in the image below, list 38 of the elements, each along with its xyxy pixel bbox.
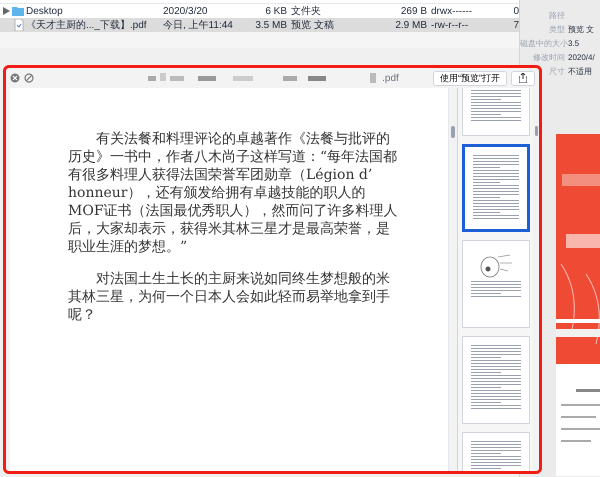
file-permissions: drwx------ [430,4,474,18]
info-label: 修改时间 [532,52,566,64]
disk-size: 269 B [400,4,427,18]
disk-size: 2.9 MB [394,18,427,32]
scrollbar-thumb[interactable] [451,126,455,138]
thumbnail-scrollbar-thumb[interactable] [534,126,538,136]
document-icon [14,19,24,31]
close-icon[interactable] [10,73,20,83]
disclosure-triangle-icon[interactable] [2,7,10,15]
file-name: Desktop [26,4,64,18]
page-thumbnail[interactable] [462,144,530,232]
file-permissions: -rw-r--r-- [430,18,470,32]
share-button[interactable] [511,70,535,86]
item-count: 7 [512,18,519,32]
file-name: 《天才主厨的..._下载】.pdf [26,18,148,32]
item-count: 0 [512,4,519,18]
open-with-preview-button[interactable]: 使用“预览”打开 [433,70,507,86]
date-modified: 2020/3/20 [163,4,208,18]
info-value: 预览 文 [568,24,594,36]
info-label: 尺寸 [548,66,566,78]
info-value: 不适用 [568,66,592,78]
info-value: 3.5 [568,38,580,50]
file-kind: 预览 文稿 [290,18,335,32]
info-value: 2020/4/ [568,52,595,64]
body-paragraph: 有关法餐和料理评论的卓越著作《法餐与批评的历史》一书中，作者八木尚子这样写道：“每年法国都有很多料理人获得法国荣誉军团勋章（Légion d’ honneur），还有颁发给拥有卓越技能的职人的MOF证书（法国最优秀职人），然而问了许多料理人后，大家却表示，获得米其林三星才是最高荣誉，是职业生涯的梦想。” [68,130,398,256]
file-size: 6 KB [264,4,287,18]
body-paragraph: 对法国土生土长的主厨来说如同终生梦想般的米其林三星，为何一个日本人会如此轻而易举地拿到手呢？ [68,270,391,324]
info-label: 类型 [548,24,566,36]
file-row[interactable]: 《天才主厨的..._下载】.pdf 今日, 上午11:44 3.5 MB 预览 文稿 2.9 MB -rw-r--r-- 7 [0,18,519,32]
file-kind: 文件夹 [290,4,322,18]
info-label: 磁盘中的大小 [520,38,568,50]
date-modified: 今日, 上午11:44 [163,18,234,32]
folder-icon [12,6,24,16]
file-size: 3.5 MB [254,18,287,32]
share-icon [519,73,527,83]
info-label: 路径 [548,10,566,22]
file-extension: .pdf [382,72,399,86]
fullscreen-icon[interactable] [24,73,34,83]
